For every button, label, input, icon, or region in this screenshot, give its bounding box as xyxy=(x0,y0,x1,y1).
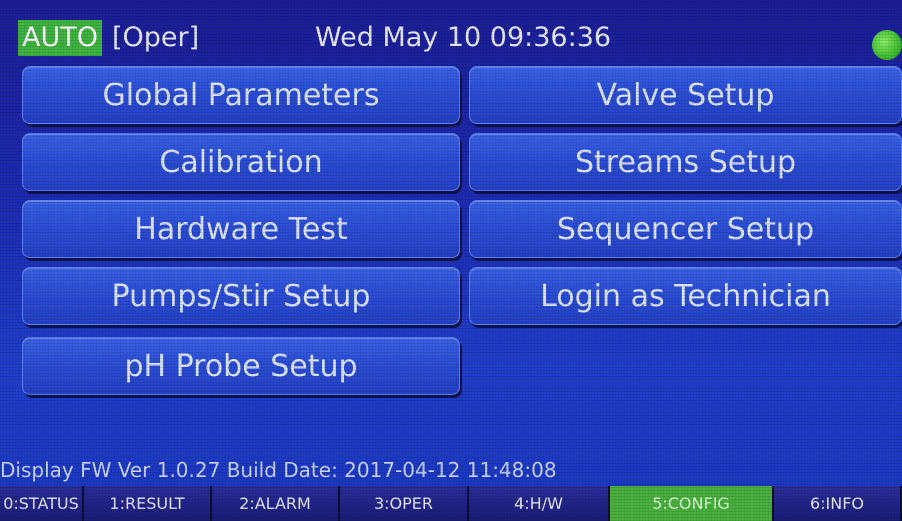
tab-oper[interactable]: 3:OPER xyxy=(340,486,469,521)
login-technician-button[interactable]: Login as Technician xyxy=(469,267,902,325)
global-parameters-button[interactable]: Global Parameters xyxy=(22,66,460,124)
tab-config[interactable]: 5:CONFIG xyxy=(610,486,774,521)
pumps-stir-setup-button[interactable]: Pumps/Stir Setup xyxy=(22,267,460,325)
date-time: Wed May 10 09:36:36 xyxy=(315,22,612,53)
tab-result[interactable]: 1:RESULT xyxy=(84,486,212,521)
tab-bar: 0:STATUS 1:RESULT 2:ALARM 3:OPER 4:H/W 5… xyxy=(0,486,902,521)
tab-info[interactable]: 6:INFO xyxy=(774,486,902,521)
status-bar: AUTO [Oper] Wed May 10 09:36:36 xyxy=(0,16,902,60)
hardware-test-button[interactable]: Hardware Test xyxy=(22,200,460,258)
firmware-info: Display FW Ver 1.0.27 Build Date: 2017-0… xyxy=(0,458,557,482)
status-indicator-icon xyxy=(872,30,902,60)
touch-screen: AUTO [Oper] Wed May 10 09:36:36 Global P… xyxy=(0,0,902,521)
sequencer-setup-button[interactable]: Sequencer Setup xyxy=(469,200,902,258)
tab-status[interactable]: 0:STATUS xyxy=(0,486,84,521)
streams-setup-button[interactable]: Streams Setup xyxy=(469,133,902,191)
tab-alarm[interactable]: 2:ALARM xyxy=(212,486,340,521)
valve-setup-button[interactable]: Valve Setup xyxy=(469,66,902,124)
tab-hw[interactable]: 4:H/W xyxy=(469,486,610,521)
mode-badge: AUTO xyxy=(18,20,102,56)
state-label: [Oper] xyxy=(112,22,200,53)
ph-probe-setup-button[interactable]: pH Probe Setup xyxy=(22,337,460,395)
calibration-button[interactable]: Calibration xyxy=(22,133,460,191)
